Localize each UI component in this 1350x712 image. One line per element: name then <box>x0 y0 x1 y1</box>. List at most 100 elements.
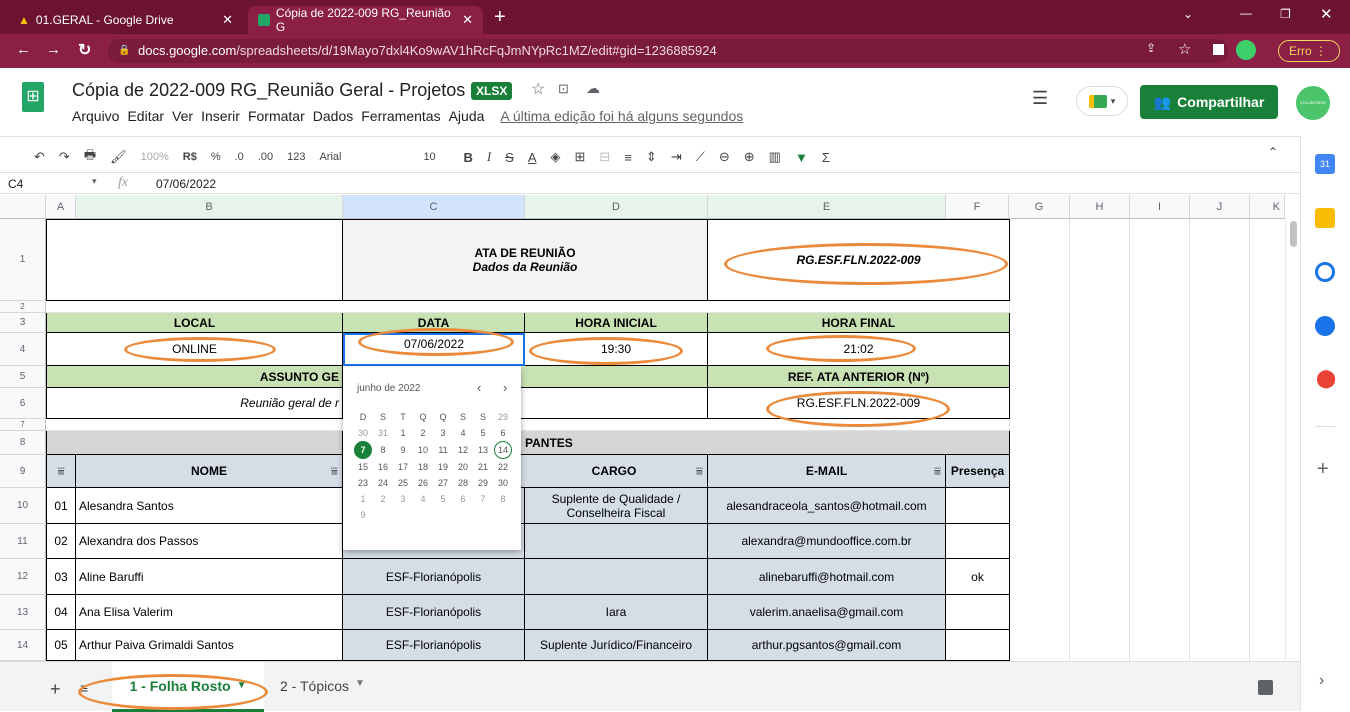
menu-inserir[interactable]: Inserir <box>201 108 240 124</box>
cell-assunto-cont[interactable] <box>521 388 708 419</box>
borders-icon[interactable]: ⊞ <box>575 149 586 165</box>
redo-icon[interactable]: ↷ <box>59 149 70 165</box>
zoom-select[interactable]: 100% <box>141 151 169 163</box>
header-hora-final[interactable]: HORA FINAL <box>708 313 1010 333</box>
close-icon[interactable]: ✕ <box>222 12 233 28</box>
restore-icon[interactable]: ❐ <box>1280 7 1291 21</box>
calendar-day[interactable]: 29 <box>493 409 513 425</box>
row-header-3[interactable]: 3 <box>0 313 46 333</box>
row-header-7[interactable]: 7 <box>0 419 46 431</box>
keep-icon[interactable] <box>1315 208 1335 228</box>
col-header-g[interactable]: G <box>1009 195 1070 219</box>
add-sheet-icon[interactable]: + <box>50 679 61 700</box>
cell-presenca[interactable] <box>946 595 1010 630</box>
header-presenca[interactable]: Presença <box>946 455 1010 488</box>
functions-icon[interactable]: Σ <box>822 150 830 165</box>
valign-icon[interactable]: ⇕ <box>646 149 657 165</box>
calendar-day[interactable]: 11 <box>433 442 453 458</box>
wrap-icon[interactable]: ⇥ <box>671 149 682 165</box>
undo-icon[interactable]: ↶ <box>34 149 45 165</box>
row-header-11[interactable]: 11 <box>0 524 46 559</box>
filter-icon[interactable]: ⩸ <box>57 464 64 478</box>
row-header-13[interactable]: 13 <box>0 595 46 630</box>
cell-cargo[interactable] <box>525 559 708 595</box>
filter-icon[interactable]: ⩸ <box>331 464 338 478</box>
col-header-b[interactable]: B <box>76 195 343 219</box>
chart-icon[interactable]: ▥ <box>769 149 781 165</box>
reload-icon[interactable]: ↻ <box>78 40 91 60</box>
calendar-day[interactable]: 15 <box>353 459 373 475</box>
header-assunto-cont[interactable] <box>521 366 708 388</box>
col-header-a[interactable]: A <box>46 195 76 219</box>
url-input[interactable]: 🔒 docs.google.com/spreadsheets/d/19Mayo7… <box>108 39 1228 63</box>
calendar-day[interactable]: 12 <box>453 442 473 458</box>
calendar-icon[interactable]: 31 <box>1315 154 1335 174</box>
calendar-day[interactable]: 30 <box>353 425 373 441</box>
calendar-day[interactable]: 1 <box>353 491 373 507</box>
cell-num[interactable]: 05 <box>46 630 76 661</box>
row-header-5[interactable]: 5 <box>0 366 46 388</box>
sheets-logo-icon[interactable]: ⊞ <box>22 82 44 112</box>
calendar-day[interactable]: 7 <box>473 491 493 507</box>
cell-presenca[interactable]: ok <box>946 559 1010 595</box>
filter-num[interactable]: ⩸ <box>46 455 76 488</box>
cell-cargo[interactable]: Iara <box>525 595 708 630</box>
text-color-icon[interactable]: A <box>528 150 537 165</box>
calendar-day[interactable]: 5 <box>473 425 493 441</box>
print-icon[interactable]: 🖶 <box>84 146 96 168</box>
calendar-day[interactable]: 14 <box>494 441 512 459</box>
star-icon[interactable]: ☆ <box>531 79 545 99</box>
calendar-day[interactable]: 1 <box>393 425 413 441</box>
col-header-k[interactable]: K <box>1250 195 1285 219</box>
currency-button[interactable]: R$ <box>183 151 197 163</box>
cell-a1[interactable] <box>46 219 343 301</box>
prev-month-icon[interactable]: ‹ <box>477 380 481 395</box>
calendar-day[interactable]: 8 <box>493 491 513 507</box>
cell-presenca[interactable] <box>946 630 1010 661</box>
calendar-day[interactable]: 22 <box>493 459 513 475</box>
doc-title[interactable]: Cópia de 2022-009 RG_Reunião Geral - Pro… <box>72 80 465 101</box>
cloud-status-icon[interactable]: ☁ <box>586 80 600 97</box>
tab-sheet-topicos[interactable]: 2 - Tópicos ▼ <box>280 678 365 694</box>
filter-icon[interactable]: ⩸ <box>696 464 703 478</box>
italic-icon[interactable]: I <box>487 149 491 165</box>
cell-org[interactable]: ESF-Florianópolis <box>343 559 525 595</box>
cell-nome[interactable]: Alexandra dos Passos <box>76 524 343 559</box>
font-select[interactable]: Arial <box>319 151 409 163</box>
header-assunto[interactable]: ASSUNTO GE <box>46 366 343 388</box>
filter-icon[interactable]: ▼ <box>795 150 808 165</box>
calendar-day[interactable]: 21 <box>473 459 493 475</box>
calendar-day[interactable]: 4 <box>413 491 433 507</box>
tab-spreadsheet[interactable]: Cópia de 2022-009 RG_Reunião G ✕ <box>248 6 483 34</box>
calendar-day[interactable]: 9 <box>353 507 373 523</box>
contacts-icon[interactable] <box>1315 316 1335 336</box>
maps-icon[interactable]: ⬤ <box>1316 368 1336 389</box>
cell-num[interactable]: 02 <box>46 524 76 559</box>
cell-presenca[interactable] <box>946 524 1010 559</box>
window-close-icon[interactable]: ✕ <box>1320 5 1333 23</box>
calendar-day[interactable]: 29 <box>473 475 493 491</box>
cell-nome[interactable]: Arthur Paiva Grimaldi Santos <box>76 630 343 661</box>
bookmark-star-icon[interactable]: ☆ <box>1178 40 1191 58</box>
profile-avatar[interactable] <box>1236 40 1256 60</box>
error-button[interactable]: Erro ⋮ <box>1278 40 1340 62</box>
row-header-9[interactable]: 9 <box>0 455 46 488</box>
calendar-day[interactable]: 23 <box>353 475 373 491</box>
cell-org[interactable]: ESF-Florianópolis <box>343 595 525 630</box>
col-header-c[interactable]: C <box>343 195 525 219</box>
cell-ata-header[interactable]: ATA DE REUNIÃO Dados da Reunião <box>343 219 708 301</box>
menu-ver[interactable]: Ver <box>172 108 193 124</box>
vertical-scrollbar[interactable] <box>1285 219 1300 661</box>
chevron-down-icon[interactable]: ⌄ <box>1183 7 1193 21</box>
cell-nome[interactable]: Aline Baruffi <box>76 559 343 595</box>
header-nome[interactable]: NOME ⩸ <box>76 455 343 488</box>
calendar-day[interactable]: 8 <box>373 442 393 458</box>
participants-header[interactable]: PANTES <box>521 431 1010 455</box>
calendar-day[interactable]: 2 <box>373 491 393 507</box>
col-header-j[interactable]: J <box>1190 195 1250 219</box>
format-select[interactable]: 123 <box>287 151 305 163</box>
chevron-down-icon[interactable]: ▾ <box>92 176 97 187</box>
close-icon[interactable]: ✕ <box>462 12 473 28</box>
calendar-day[interactable]: 25 <box>393 475 413 491</box>
fill-color-icon[interactable]: ◈ <box>551 149 561 165</box>
